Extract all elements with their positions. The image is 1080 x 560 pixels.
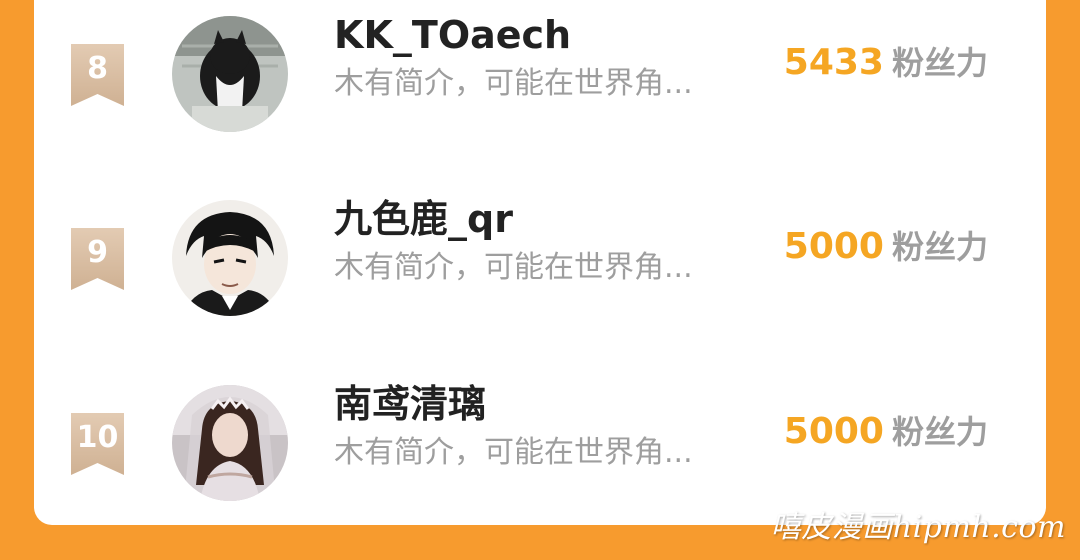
rank-badge: 8 <box>71 44 124 106</box>
rank-number: 8 <box>87 51 108 86</box>
avatar[interactable] <box>172 200 288 316</box>
rank-badge: 10 <box>71 413 124 475</box>
rank-badge: 9 <box>71 228 124 290</box>
user-bio: 木有简介，可能在世界角... <box>334 66 693 101</box>
user-bio: 木有简介，可能在世界角... <box>334 250 693 285</box>
fans-label: 粉丝力 <box>891 228 988 266</box>
avatar[interactable] <box>172 385 288 501</box>
fans-label: 粉丝力 <box>891 413 988 451</box>
leaderboard-card: 8 KK_TOaech 木有简介，可能在世界角... 5433 粉丝力 9 九色… <box>34 0 1046 525</box>
fans-count: 5000 <box>783 411 884 452</box>
fans-score: 5000 粉丝力 <box>784 222 988 278</box>
fans-count: 5000 <box>783 226 884 267</box>
avatar[interactable] <box>172 16 288 132</box>
anime-avatar-icon <box>172 200 288 316</box>
user-name[interactable]: 南鸢清璃 <box>334 381 486 427</box>
watermark: 嘻皮漫画hipmh.com <box>770 510 1066 545</box>
user-name[interactable]: 九色鹿_qr <box>334 196 513 242</box>
leaderboard-row[interactable]: 9 九色鹿_qr 木有简介，可能在世界角... 5000 粉丝力 <box>34 197 1046 370</box>
rank-number: 9 <box>87 235 108 270</box>
user-bio: 木有简介，可能在世界角... <box>334 435 693 470</box>
fans-count: 5433 <box>783 42 884 83</box>
fans-label: 粉丝力 <box>891 44 988 82</box>
cat-photo-icon <box>172 16 288 132</box>
leaderboard-row[interactable]: 8 KK_TOaech 木有简介，可能在世界角... 5433 粉丝力 <box>34 13 1046 186</box>
fans-score: 5433 粉丝力 <box>784 38 988 94</box>
user-name[interactable]: KK_TOaech <box>334 12 571 58</box>
rank-number: 10 <box>76 420 119 455</box>
portrait-photo-icon <box>172 385 288 501</box>
fans-score: 5000 粉丝力 <box>784 407 988 463</box>
